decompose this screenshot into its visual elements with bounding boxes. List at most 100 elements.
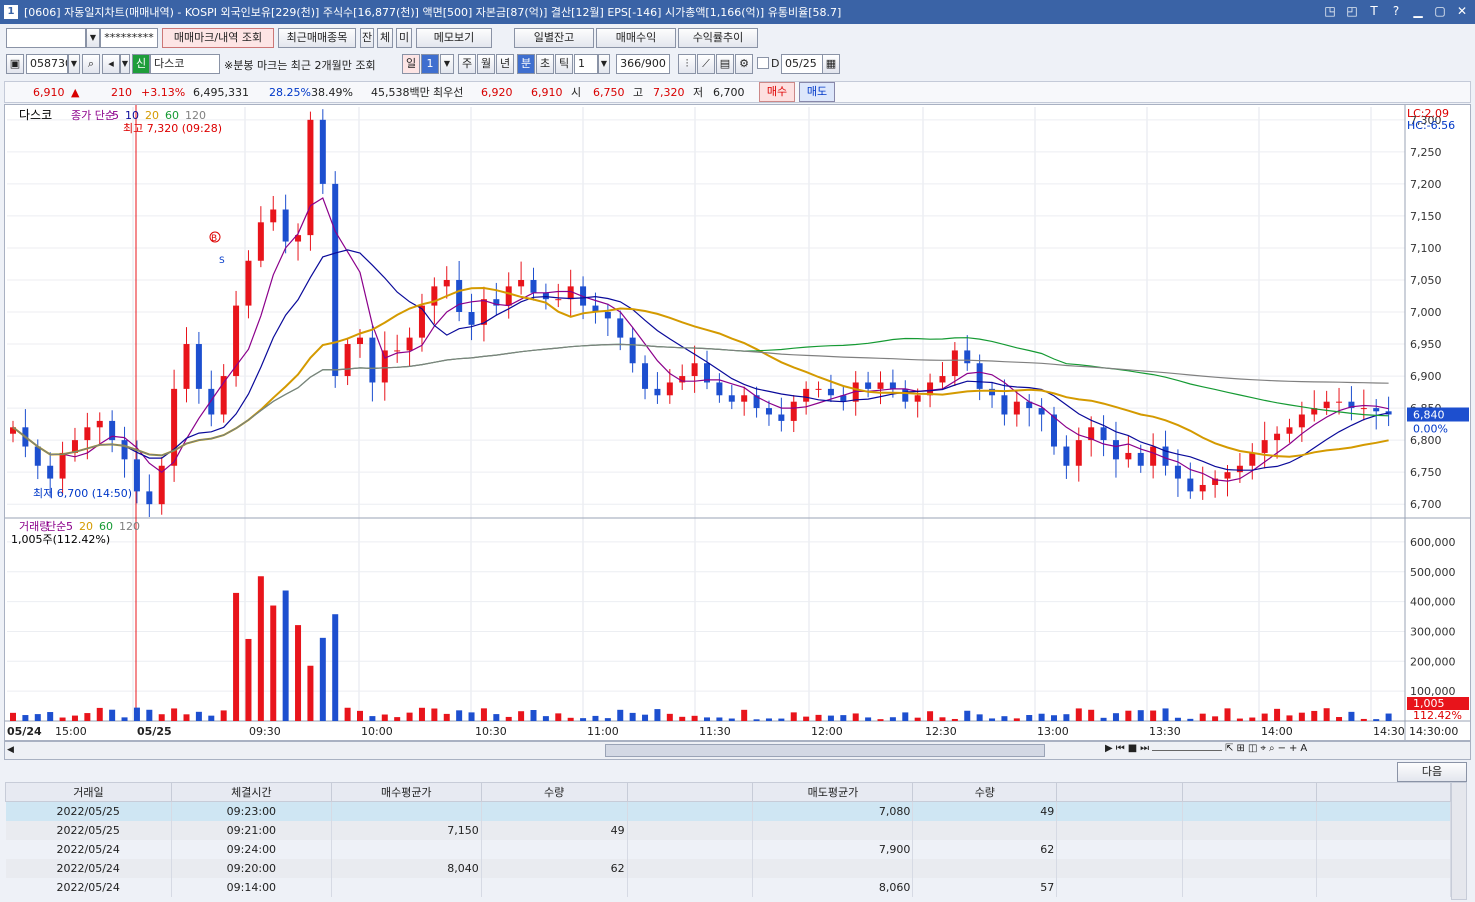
save-icon[interactable]: ▤	[716, 54, 734, 74]
scroll-left-icon[interactable]: ◀	[7, 744, 19, 757]
table-row[interactable]: 2022/05/24 09:14:00 8,060 57	[5, 877, 1451, 897]
sell-button[interactable]: 매도	[799, 82, 835, 102]
chart-svg[interactable]: 7,3007,2507,2007,1507,1007,0507,0006,950…	[5, 105, 1470, 740]
maximize-icon[interactable]: ▢	[1433, 4, 1447, 18]
date-checkbox[interactable]	[757, 57, 769, 69]
chart-scroll-bar[interactable]: ◀ ▶ ⏮ ■ ⏭ ⇱ ⊞ ◫ ⌖ ⌕ − + A	[4, 741, 1471, 760]
account-input[interactable]	[6, 28, 86, 48]
scroll-right-icon[interactable]: ▶	[1105, 743, 1113, 754]
first-icon[interactable]: ⏮	[1116, 743, 1125, 754]
mark-history-button[interactable]: 매매마크/내역 조회	[162, 28, 274, 48]
table-row[interactable]: 2022/05/24 09:20:00 8,040 62	[5, 858, 1451, 878]
recent-trades-button[interactable]: 최근매매종목	[278, 28, 356, 48]
count-input[interactable]: 366/900	[616, 54, 670, 74]
draw-icon[interactable]: ⌖	[1260, 743, 1266, 754]
col-header[interactable]	[1056, 782, 1184, 802]
table-cell	[481, 839, 628, 859]
price-tick: 7,150	[1410, 210, 1442, 223]
layout-icon[interactable]: ▣	[6, 54, 24, 74]
period-week[interactable]: 주	[458, 54, 476, 74]
period-year[interactable]: 년	[496, 54, 514, 74]
code-dropdown-icon[interactable]: ▼	[68, 54, 80, 74]
tool-icon[interactable]: ◫	[1248, 743, 1257, 754]
unfilled-button[interactable]: 미	[396, 28, 412, 48]
calendar-icon[interactable]: ▦	[822, 54, 840, 74]
buy-button[interactable]: 매수	[759, 82, 795, 102]
col-header[interactable]	[1182, 782, 1318, 802]
period-day-count[interactable]: 1	[421, 54, 439, 74]
indicator-icon[interactable]: ⟋	[697, 54, 715, 74]
volume-bar	[183, 714, 190, 721]
speaker-icon[interactable]: ◂	[102, 54, 120, 74]
title-bar: 1 [0606] 자동일지차트(매매내역) - KOSPI 외국인보유[229(…	[0, 0, 1475, 24]
gear-icon[interactable]: ⚙	[735, 54, 753, 74]
col-header[interactable]: 체결시간	[170, 782, 332, 802]
volume-bar	[1274, 708, 1281, 721]
period-day[interactable]: 일	[402, 54, 420, 74]
col-header[interactable]	[1316, 782, 1451, 802]
period-tick[interactable]: 틱	[555, 54, 573, 74]
col-header[interactable]: 수량	[480, 782, 628, 802]
scroll-thumb[interactable]	[605, 744, 1045, 757]
text-tool-icon[interactable]: A	[1300, 743, 1307, 754]
volume-bar	[803, 716, 810, 721]
period-second[interactable]: 초	[536, 54, 554, 74]
x-tick: 05/25	[137, 725, 172, 738]
chart-type-icon[interactable]: ⊞	[1237, 743, 1245, 754]
zoom-slider[interactable]	[1152, 743, 1223, 751]
account-dropdown-icon[interactable]: ▼	[86, 28, 100, 48]
table-scroll-bar[interactable]	[1451, 782, 1467, 900]
password-field[interactable]: *********	[100, 28, 158, 48]
balance-button[interactable]: 잔	[360, 28, 374, 48]
date-input[interactable]: 05/25	[781, 54, 823, 74]
memo-button[interactable]: 메모보기	[416, 28, 492, 48]
interval-dropdown-icon[interactable]: ▼	[598, 54, 610, 74]
help-icon[interactable]: ?	[1389, 4, 1403, 18]
copy-window-icon[interactable]: ◰	[1345, 4, 1359, 18]
interval-input[interactable]: 1	[574, 54, 598, 74]
low-price: 6,700	[713, 85, 745, 99]
zoom-in-icon[interactable]: +	[1289, 743, 1297, 754]
stock-code-input[interactable]: 058730	[26, 54, 68, 74]
trade-profit-button[interactable]: 매매수익	[596, 28, 676, 48]
col-header[interactable]: 매수평균가	[330, 782, 482, 802]
daily-balance-button[interactable]: 일별잔고	[514, 28, 594, 48]
col-header[interactable]: 매도평균가	[752, 782, 914, 802]
candle-body	[1360, 408, 1367, 410]
minimize-icon[interactable]: ▁	[1411, 4, 1425, 18]
zoom-icon[interactable]: ⌕	[1269, 743, 1275, 754]
volume-bar	[381, 714, 388, 721]
col-header[interactable]: 거래일	[5, 782, 172, 802]
chart-area[interactable]: 7,300 7,250 7,200 7,150 7,100 7,050 7,000 6,950…	[4, 104, 1471, 741]
next-button[interactable]: 다음	[1397, 762, 1467, 782]
candle-settings-icon[interactable]: ⫶	[678, 54, 696, 74]
volume-bar	[1311, 710, 1318, 721]
speaker-dropdown-icon[interactable]: ▼	[120, 54, 130, 74]
table-cell	[331, 801, 482, 821]
candle-body	[1150, 446, 1157, 466]
close-icon[interactable]: ✕	[1455, 4, 1469, 18]
x-tick: 13:00	[1037, 725, 1069, 738]
stop-icon[interactable]: ■	[1128, 743, 1137, 754]
period-month[interactable]: 월	[477, 54, 495, 74]
period-dropdown-icon[interactable]: ▼	[440, 54, 454, 74]
font-icon[interactable]: T	[1367, 4, 1381, 18]
table-row[interactable]: 2022/05/24 09:24:00 7,900 62	[5, 839, 1451, 859]
volume-bar	[951, 718, 958, 721]
table-cell: 49	[481, 820, 628, 840]
stock-name-field[interactable]: 다스코	[150, 54, 220, 74]
return-trend-button[interactable]: 수익률추이	[678, 28, 758, 48]
search-icon[interactable]: ⌕	[82, 54, 100, 74]
col-header[interactable]: 수량	[912, 782, 1058, 802]
last-icon[interactable]: ⏭	[1140, 743, 1149, 754]
execution-button[interactable]: 체	[377, 28, 393, 48]
period-minute[interactable]: 분	[517, 54, 535, 74]
table-row[interactable]: 2022/05/25 09:21:00 7,150 49	[5, 820, 1451, 840]
table-row[interactable]: 2022/05/25 09:23:00 7,080 49	[5, 801, 1451, 821]
volume-bar	[245, 638, 252, 721]
restore-layout-icon[interactable]: ◳	[1323, 4, 1337, 18]
zoom-out-icon[interactable]: −	[1278, 743, 1286, 754]
col-header[interactable]	[626, 782, 754, 802]
move-icon[interactable]: ⇱	[1225, 743, 1233, 754]
open-price: 6,750	[593, 85, 625, 99]
